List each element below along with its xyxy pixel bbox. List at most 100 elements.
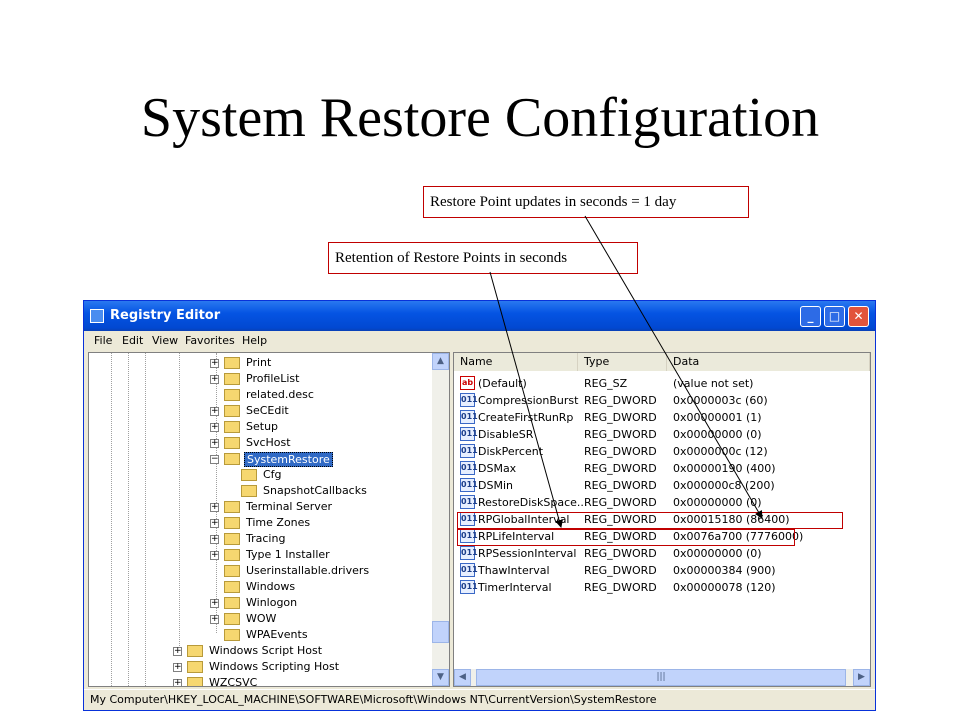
tree-item-label: ProfileList	[246, 372, 300, 385]
expand-icon[interactable]: +	[210, 615, 219, 624]
expand-icon[interactable]: +	[210, 423, 219, 432]
folder-icon	[224, 421, 240, 433]
expand-icon[interactable]: +	[210, 375, 219, 384]
dword-value-icon: 011	[460, 444, 478, 458]
values-list-pane[interactable]: Name Type Data ab (Default) REG_SZ (value n…	[453, 352, 871, 687]
value-row[interactable]: 011 TimerInterval REG_DWORD 0x00000078 (120…	[454, 579, 854, 596]
minimize-button[interactable]: _	[800, 306, 821, 327]
value-data: (value not set)	[673, 377, 754, 390]
folder-icon	[224, 501, 240, 513]
column-header-data[interactable]: Data	[667, 353, 870, 371]
folder-icon	[241, 469, 257, 481]
value-data: 0x000000c8 (200)	[673, 479, 775, 492]
tree-item-label: Setup	[246, 420, 279, 433]
menu-help[interactable]: Help	[242, 334, 267, 347]
key-tree-pane[interactable]: + Print + ProfileList related.desc + SeCEdit + S…	[88, 352, 450, 687]
folder-icon	[224, 629, 240, 641]
menu-edit[interactable]: Edit	[122, 334, 143, 347]
dword-value-icon: 011	[460, 546, 478, 560]
value-type: REG_DWORD	[584, 411, 657, 424]
dword-value-icon: 011	[460, 410, 478, 424]
folder-icon	[224, 517, 240, 529]
tree-item-label: WPAEvents	[246, 628, 308, 641]
tree-item-label: Terminal Server	[246, 500, 333, 513]
value-row[interactable]: ab (Default) REG_SZ (value not set)	[454, 375, 854, 392]
expand-icon[interactable]: +	[210, 503, 219, 512]
folder-icon	[187, 645, 203, 657]
expand-icon[interactable]: +	[173, 647, 182, 656]
value-row[interactable]: 011 DiskPercent REG_DWORD 0x0000000c (12)	[454, 443, 854, 460]
dword-value-icon: 011	[460, 478, 478, 492]
menu-favorites[interactable]: Favorites	[185, 334, 235, 347]
page-title: System Restore Configuration	[140, 87, 820, 149]
value-data: 0x00000001 (1)	[673, 411, 762, 424]
tree-item-label: SnapshotCallbacks	[263, 484, 367, 497]
expand-icon[interactable]: +	[210, 359, 219, 368]
value-type: REG_DWORD	[584, 547, 657, 560]
tree-guide-line	[111, 353, 112, 686]
value-name: TimerInterval	[478, 581, 552, 594]
tree-item-label: Windows	[246, 580, 296, 593]
dword-value-icon: 011	[460, 461, 478, 475]
folder-icon	[224, 613, 240, 625]
value-type: REG_SZ	[584, 377, 628, 390]
close-button[interactable]: ✕	[848, 306, 869, 327]
column-header-name[interactable]: Name	[454, 353, 578, 371]
registry-editor-icon	[90, 309, 104, 323]
tree-guide-line	[145, 353, 146, 686]
value-row[interactable]: 011 CreateFirstRunRp REG_DWORD 0x00000001 (…	[454, 409, 854, 426]
value-row[interactable]: 011 ThawInterval REG_DWORD 0x00000384 (900)	[454, 562, 854, 579]
horizontal-scroll-thumb[interactable]: |||	[476, 669, 846, 686]
expand-icon[interactable]: +	[210, 599, 219, 608]
expand-icon[interactable]: +	[173, 663, 182, 672]
collapse-icon[interactable]: −	[210, 455, 219, 464]
scroll-down-arrow-icon[interactable]: ▼	[432, 669, 449, 686]
value-type: REG_DWORD	[584, 479, 657, 492]
scroll-right-arrow-icon[interactable]: ▶	[853, 669, 870, 686]
value-row[interactable]: 011 RestoreDiskSpace... REG_DWORD 0x0000000…	[454, 494, 854, 511]
values-horizontal-scrollbar[interactable]: ◀ ||| ▶	[454, 669, 870, 686]
value-name: RPSessionInterval	[478, 547, 577, 560]
value-name: DisableSR	[478, 428, 534, 441]
value-row[interactable]: 011 DisableSR REG_DWORD 0x00000000 (0)	[454, 426, 854, 443]
menu-view[interactable]: View	[152, 334, 178, 347]
value-type: REG_DWORD	[584, 581, 657, 594]
expand-icon[interactable]: +	[173, 679, 182, 686]
value-data: 0x0000003c (60)	[673, 394, 768, 407]
title-bar[interactable]: Registry Editor _ □ ✕	[84, 301, 875, 331]
menu-file[interactable]: File	[94, 334, 112, 347]
folder-icon	[224, 437, 240, 449]
folder-icon	[224, 453, 240, 465]
scroll-up-arrow-icon[interactable]: ▲	[432, 353, 449, 370]
scroll-left-arrow-icon[interactable]: ◀	[454, 669, 471, 686]
column-header-type[interactable]: Type	[578, 353, 667, 371]
value-row[interactable]: 011 RPSessionInterval REG_DWORD 0x00000000 …	[454, 545, 854, 562]
value-data: 0x00000000 (0)	[673, 547, 762, 560]
window-title: Registry Editor	[110, 308, 221, 323]
value-row[interactable]: 011 DSMin REG_DWORD 0x000000c8 (200)	[454, 477, 854, 494]
maximize-button[interactable]: □	[824, 306, 845, 327]
expand-icon[interactable]: +	[210, 551, 219, 560]
expand-icon[interactable]: +	[210, 439, 219, 448]
tree-scrollbar[interactable]: ▲ ▼	[432, 353, 449, 686]
value-data: 0x00000078 (120)	[673, 581, 776, 594]
folder-icon	[224, 405, 240, 417]
expand-icon[interactable]: +	[210, 535, 219, 544]
folder-icon	[224, 597, 240, 609]
value-name: CreateFirstRunRp	[478, 411, 574, 424]
highlight-rplifeinterval	[457, 529, 795, 546]
tree-item-label: Userinstallable.drivers	[246, 564, 370, 577]
value-type: REG_DWORD	[584, 564, 657, 577]
tree-item-label: Windows Script Host	[209, 644, 323, 657]
value-row[interactable]: 011 CompressionBurst REG_DWORD 0x0000003c (…	[454, 392, 854, 409]
value-type: REG_DWORD	[584, 496, 657, 509]
folder-icon	[224, 357, 240, 369]
value-row[interactable]: 011 DSMax REG_DWORD 0x00000190 (400)	[454, 460, 854, 477]
dword-value-icon: 011	[460, 580, 478, 594]
tree-item-label: SeCEdit	[246, 404, 289, 417]
expand-icon[interactable]: +	[210, 519, 219, 528]
expand-icon[interactable]: +	[210, 407, 219, 416]
scroll-thumb[interactable]	[432, 621, 449, 643]
value-data: 0x00000000 (0)	[673, 496, 762, 509]
dword-value-icon: 011	[460, 393, 478, 407]
